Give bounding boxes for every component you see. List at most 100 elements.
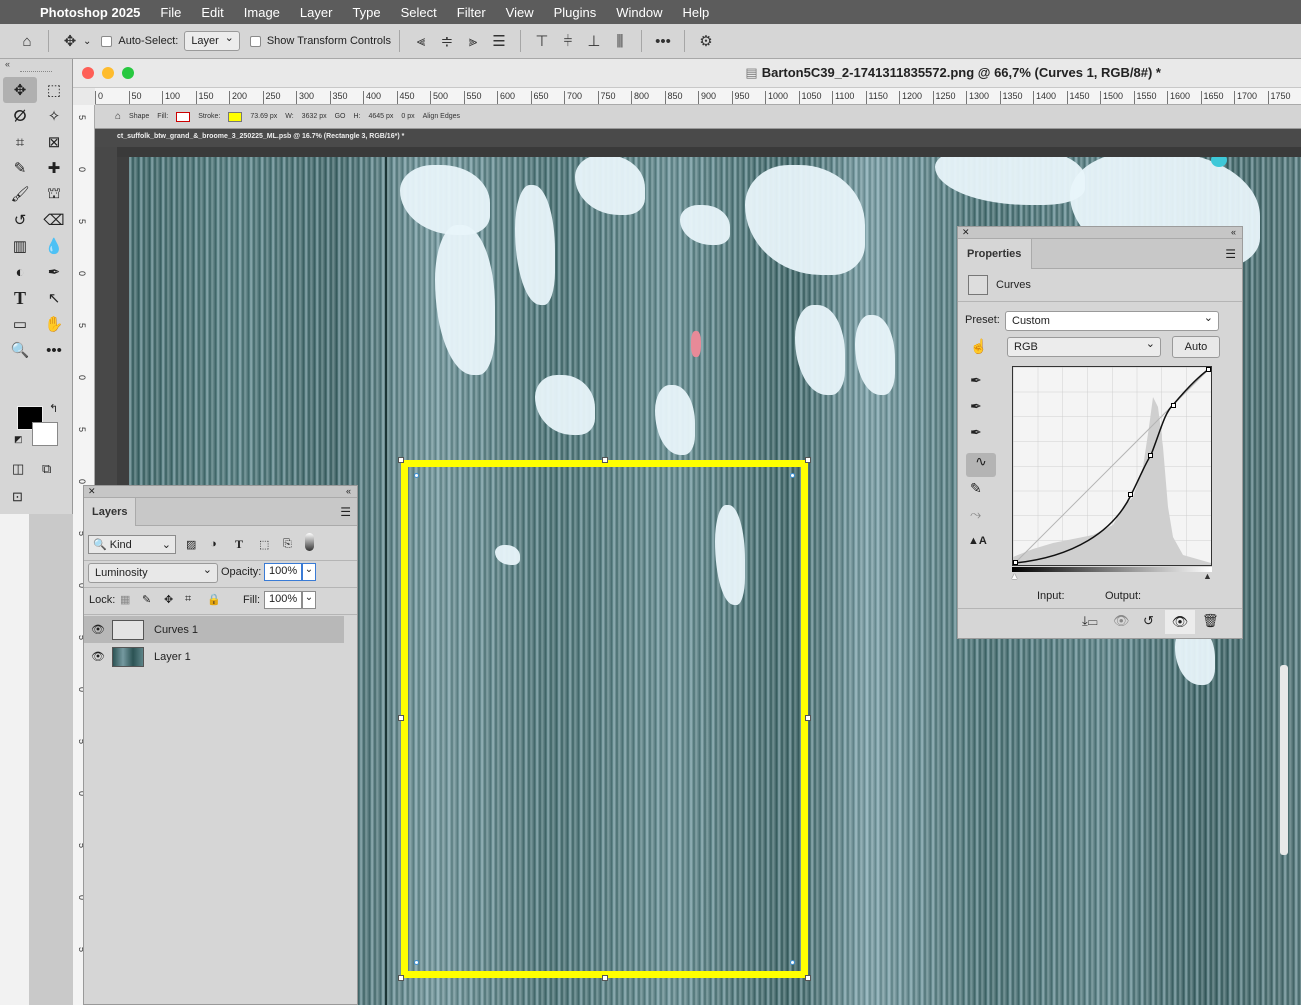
zoom-tool-icon[interactable]: 🔍 (3, 337, 37, 363)
layer-row[interactable]: 👁 Layer 1 (84, 643, 344, 670)
healing-brush-tool-icon[interactable]: ✚ (37, 155, 71, 181)
clone-stamp-tool-icon[interactable]: ⛫ (37, 181, 71, 207)
menu-view[interactable]: View (506, 5, 534, 20)
curve-point[interactable] (1206, 367, 1211, 372)
edit-toolbar-icon[interactable]: ••• (37, 337, 71, 363)
opacity-input[interactable]: 100% (264, 563, 302, 581)
yellow-rectangle-shape[interactable] (398, 457, 811, 981)
filter-pixel-icon[interactable]: ▨ (186, 538, 196, 551)
lock-artboard-icon[interactable]: ⌗ (185, 593, 191, 606)
align-middle-icon[interactable]: ⫩ (555, 28, 581, 54)
visibility-eye-icon[interactable]: 👁 (84, 623, 112, 636)
move-tool-icon[interactable]: ✥ (3, 77, 37, 103)
transform-handle-top-right[interactable] (805, 457, 811, 463)
document-title-bar[interactable]: ▤ Barton5C39_2-1741311835572.png @ 66,7% … (73, 59, 1301, 88)
visibility-toggle-icon[interactable]: 👁 (1165, 610, 1195, 634)
menu-edit[interactable]: Edit (201, 5, 223, 20)
auto-select-checkbox[interactable] (101, 35, 113, 47)
panel-menu-icon[interactable]: ☰ (1225, 247, 1236, 261)
tab-layers[interactable]: Layers (84, 498, 136, 526)
on-image-adjust-icon[interactable]: ☝ (970, 338, 987, 355)
curve-point[interactable] (1171, 403, 1176, 408)
align-center-horizontal-icon[interactable]: ≑ (434, 28, 460, 54)
preset-dropdown[interactable]: Custom (1005, 309, 1219, 331)
auto-select-dropdown[interactable]: Layer (184, 29, 240, 51)
close-panel-icon[interactable]: ✕ (88, 486, 96, 497)
white-point-eyedropper-icon[interactable]: ✒ (970, 424, 982, 441)
gear-icon[interactable]: ⚙ (693, 28, 719, 54)
type-tool-icon[interactable]: T (3, 285, 37, 311)
clipping-warning-icon[interactable]: ▲A (968, 535, 987, 547)
close-panel-icon[interactable]: ✕ (962, 227, 970, 238)
collapse-toolbar-icon[interactable]: « (0, 59, 72, 71)
smooth-curve-icon[interactable]: ⤳ (970, 506, 981, 523)
hand-tool-icon[interactable]: ✋ (37, 311, 71, 337)
curve-point[interactable] (1148, 453, 1153, 458)
layer-filter-dropdown[interactable]: 🔍 Kind ⌄ (88, 535, 176, 554)
menu-layer[interactable]: Layer (300, 5, 333, 20)
align-top-icon[interactable]: ⊤ (529, 28, 555, 54)
curve-points-tool-icon[interactable]: ∿ (966, 453, 996, 477)
brush-tool-icon[interactable]: 🖌 (3, 181, 37, 207)
menu-type[interactable]: Type (352, 5, 380, 20)
gray-point-eyedropper-icon[interactable]: ✒ (970, 398, 982, 415)
lock-image-icon[interactable]: ✎ (142, 593, 151, 606)
clip-to-layer-icon[interactable]: ⤓▭ (1082, 613, 1098, 629)
align-bottom-icon[interactable]: ⊥ (581, 28, 607, 54)
lasso-tool-icon[interactable]: ⵁ (3, 103, 37, 129)
corner-anchor[interactable] (790, 473, 795, 478)
view-previous-state-icon[interactable]: 👁 (1113, 613, 1130, 629)
white-slider-handle[interactable]: ▲ (1203, 571, 1212, 581)
lock-transparent-icon[interactable]: ▦ (120, 593, 130, 606)
transform-handle-bottom-right[interactable] (805, 975, 811, 981)
rectangle-tool-icon[interactable]: ▭ (3, 311, 37, 337)
filter-shape-icon[interactable]: ⬚ (259, 538, 269, 551)
align-right-icon[interactable]: ⫸ (460, 28, 486, 54)
menu-select[interactable]: Select (401, 5, 437, 20)
transform-handle-bottom[interactable] (602, 975, 608, 981)
eraser-tool-icon[interactable]: ⌫ (37, 207, 71, 233)
auto-button[interactable]: Auto (1172, 336, 1220, 358)
tab-properties[interactable]: Properties (958, 239, 1032, 269)
home-icon[interactable]: ⌂ (14, 28, 40, 54)
blend-mode-dropdown[interactable]: Luminosity (88, 561, 218, 583)
menu-plugins[interactable]: Plugins (554, 5, 597, 20)
panel-menu-icon[interactable]: ☰ (340, 505, 351, 519)
crop-tool-icon[interactable]: ⌗ (3, 129, 37, 155)
zoom-window-button[interactable] (122, 67, 134, 79)
delete-icon[interactable]: 🗑 (1202, 613, 1219, 629)
magic-wand-tool-icon[interactable]: ✧ (37, 103, 71, 129)
pencil-draw-icon[interactable]: ✎ (970, 480, 982, 497)
align-left-icon[interactable]: ⫷ (408, 28, 434, 54)
channel-dropdown[interactable]: RGB (1007, 335, 1161, 357)
screen-mode-icon[interactable]: ⧉ (42, 461, 51, 477)
frame-tool-icon[interactable]: ⊠ (37, 129, 71, 155)
curve-point[interactable] (1128, 492, 1133, 497)
move-tool-icon[interactable]: ✥ (57, 28, 83, 54)
filter-type-icon[interactable]: T (235, 537, 243, 552)
chevron-down-icon[interactable]: ⌄ (83, 36, 91, 47)
transform-handle-left[interactable] (398, 715, 404, 721)
minimize-window-button[interactable] (102, 67, 114, 79)
filter-toggle-switch[interactable] (305, 533, 314, 551)
transform-handle-bottom-left[interactable] (398, 975, 404, 981)
lock-all-icon[interactable]: 🔒 (207, 593, 221, 606)
dodge-tool-icon[interactable]: ◐ (3, 259, 37, 285)
show-transform-checkbox[interactable] (249, 35, 261, 47)
visibility-eye-icon[interactable]: 👁 (84, 650, 112, 663)
curve-point[interactable] (1013, 560, 1018, 565)
background-color-swatch[interactable] (32, 422, 58, 446)
menu-filter[interactable]: Filter (457, 5, 486, 20)
path-selection-tool-icon[interactable]: ↖ (37, 285, 71, 311)
panel-header[interactable]: ✕ « (84, 486, 357, 498)
transform-handle-top[interactable] (602, 457, 608, 463)
distribute-vertical-icon[interactable]: ⫼ (607, 28, 633, 54)
panel-header[interactable]: ✕ « (958, 227, 1242, 239)
menu-file[interactable]: File (160, 5, 181, 20)
black-point-eyedropper-icon[interactable]: ✒ (970, 372, 982, 389)
fill-slider-toggle[interactable]: ⌄ (302, 591, 316, 609)
horizontal-ruler[interactable]: 0 50 100 150 200 250 300 350 400 450 500 550 600 650 7… (95, 88, 1301, 105)
more-options-icon[interactable]: ••• (650, 28, 676, 54)
distribute-horizontal-icon[interactable]: ☰ (486, 28, 512, 54)
pen-tool-icon[interactable]: ✒ (37, 259, 71, 285)
